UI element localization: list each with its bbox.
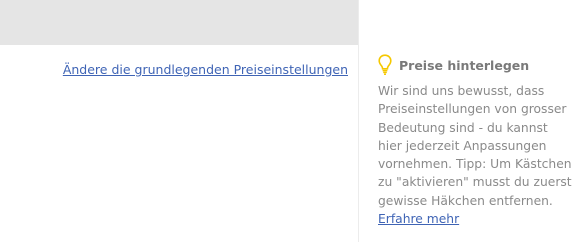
panel-divider bbox=[358, 0, 359, 242]
main-panel: Ändere die grundlegenden Preiseinstellun… bbox=[0, 0, 358, 242]
header-band bbox=[0, 0, 358, 45]
lightbulb-icon bbox=[378, 54, 392, 76]
learn-more-link[interactable]: Erfahre mehr bbox=[378, 212, 459, 226]
tip-title: Preise hinterlegen bbox=[399, 57, 530, 73]
page: Ändere die grundlegenden Preiseinstellun… bbox=[0, 0, 577, 242]
tip-text: Wir sind uns bewusst, dass Preiseinstell… bbox=[378, 84, 572, 208]
price-settings-link[interactable]: Ändere die grundlegenden Preiseinstellun… bbox=[63, 62, 348, 77]
tip-sidebar: Preise hinterlegen Wir sind uns bewusst,… bbox=[378, 53, 575, 228]
tip-body: Wir sind uns bewusst, dass Preiseinstell… bbox=[378, 82, 575, 228]
tip-header: Preise hinterlegen bbox=[378, 53, 575, 77]
